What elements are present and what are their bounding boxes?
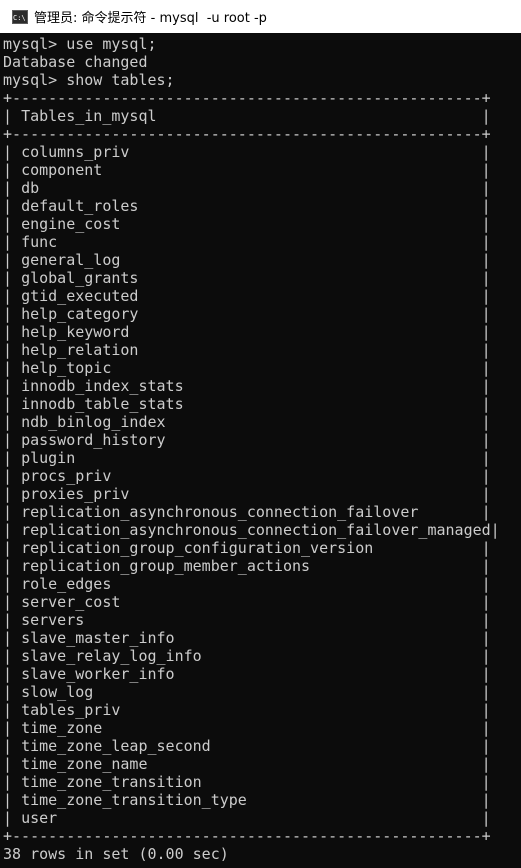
table-cell: procs_priv [21, 467, 112, 485]
table-cell: replication_asynchronous_connection_fail… [21, 521, 491, 539]
console-command-line: mysql> show tables; [3, 71, 175, 89]
table-row: | global_grants | [3, 269, 491, 287]
table-cell: password_history [21, 431, 166, 449]
table-row: | engine_cost | [3, 215, 491, 233]
table-cell: time_zone_transition [21, 773, 202, 791]
table-row: | innodb_table_stats | [3, 395, 491, 413]
table-border-top: +---------------------------------------… [3, 89, 491, 107]
table-row: | time_zone_transition | [3, 773, 491, 791]
command-prompt-window: C:\. 管理员: 命令提示符 - mysql -u root -p mysql… [0, 0, 521, 868]
table-rows: | columns_priv | | component | | db | | def… [3, 143, 521, 827]
table-row: | replication_asynchronous_connection_fa… [3, 521, 500, 539]
table-cell: slow_log [21, 683, 94, 701]
table-row: | help_relation | [3, 341, 491, 359]
table-row: | func | [3, 233, 491, 251]
table-row: | replication_group_member_actions | [3, 557, 491, 575]
table-cell: user [21, 809, 58, 827]
table-cell: ndb_binlog_index [21, 413, 166, 431]
table-row: | role_edges | [3, 575, 491, 593]
table-row: | slow_log | [3, 683, 491, 701]
table-header: Tables_in_mysql [21, 107, 157, 125]
table-cell: replication_group_member_actions [21, 557, 311, 575]
table-cell: slave_relay_log_info [21, 647, 202, 665]
table-row: | ndb_binlog_index | [3, 413, 491, 431]
table-row: | plugin | [3, 449, 491, 467]
table-row: | slave_relay_log_info | [3, 647, 491, 665]
table-row: | proxies_priv | [3, 485, 491, 503]
table-cell: slave_worker_info [21, 665, 175, 683]
table-cell: time_zone_name [21, 755, 148, 773]
table-cell: help_category [21, 305, 139, 323]
table-cell: time_zone [21, 719, 103, 737]
table-cell: default_roles [21, 197, 139, 215]
table-cell: gtid_executed [21, 287, 139, 305]
table-border-bottom: +---------------------------------------… [3, 827, 491, 845]
table-cell: plugin [21, 449, 76, 467]
table-row: | gtid_executed | [3, 287, 491, 305]
table-cell: db [21, 179, 40, 197]
table-row: | password_history | [3, 431, 491, 449]
table-row: | replication_group_configuration_versio… [3, 539, 491, 557]
table-cell: time_zone_transition_type [21, 791, 247, 809]
table-row: | general_log | [3, 251, 491, 269]
table-row: | time_zone_leap_second | [3, 737, 491, 755]
table-cell: global_grants [21, 269, 139, 287]
table-row: | slave_master_info | [3, 629, 491, 647]
table-row: | innodb_index_stats | [3, 377, 491, 395]
table-row: | columns_priv | [3, 143, 491, 161]
table-cell: help_relation [21, 341, 139, 359]
table-border-header: +---------------------------------------… [3, 125, 491, 143]
table-header-row: | Tables_in_mysql | [3, 107, 491, 125]
table-row: | time_zone | [3, 719, 491, 737]
table-row: | server_cost | [3, 593, 491, 611]
title-bar[interactable]: C:\. 管理员: 命令提示符 - mysql -u root -p [0, 0, 521, 33]
table-cell: help_keyword [21, 323, 130, 341]
table-cell: proxies_priv [21, 485, 130, 503]
table-row: | help_topic | [3, 359, 491, 377]
table-cell: help_topic [21, 359, 112, 377]
table-row: | procs_priv | [3, 467, 491, 485]
table-row: | component | [3, 161, 491, 179]
table-cell: innodb_index_stats [21, 377, 184, 395]
table-row: | slave_worker_info | [3, 665, 491, 683]
table-cell: servers [21, 611, 85, 629]
table-cell: innodb_table_stats [21, 395, 184, 413]
cmd-icon: C:\. [12, 9, 28, 24]
table-row: | time_zone_name | [3, 755, 491, 773]
result-summary: 38 rows in set (0.00 sec) [3, 845, 229, 863]
console-output[interactable]: mysql> use mysql; Database changed mysql… [0, 33, 521, 868]
table-cell: columns_priv [21, 143, 130, 161]
table-row: | help_category | [3, 305, 491, 323]
table-row: | time_zone_transition_type | [3, 791, 491, 809]
table-cell: server_cost [21, 593, 121, 611]
table-cell: replication_group_configuration_version [21, 539, 374, 557]
table-row: | replication_asynchronous_connection_fa… [3, 503, 491, 521]
table-row: | db | [3, 179, 491, 197]
table-cell: component [21, 161, 103, 179]
table-row: | default_roles | [3, 197, 491, 215]
table-cell: replication_asynchronous_connection_fail… [21, 503, 419, 521]
console-output-line: Database changed [3, 53, 148, 71]
table-cell: slave_master_info [21, 629, 175, 647]
table-cell: func [21, 233, 58, 251]
table-row: | user | [3, 809, 491, 827]
table-cell: general_log [21, 251, 121, 269]
window-title: 管理员: 命令提示符 - mysql -u root -p [34, 11, 267, 26]
table-cell: engine_cost [21, 215, 121, 233]
table-cell: tables_priv [21, 701, 121, 719]
table-row: | help_keyword | [3, 323, 491, 341]
table-cell: role_edges [21, 575, 112, 593]
table-row: | tables_priv | [3, 701, 491, 719]
table-cell: time_zone_leap_second [21, 737, 211, 755]
console-command-line: mysql> use mysql; [3, 35, 157, 53]
table-row: | servers | [3, 611, 491, 629]
